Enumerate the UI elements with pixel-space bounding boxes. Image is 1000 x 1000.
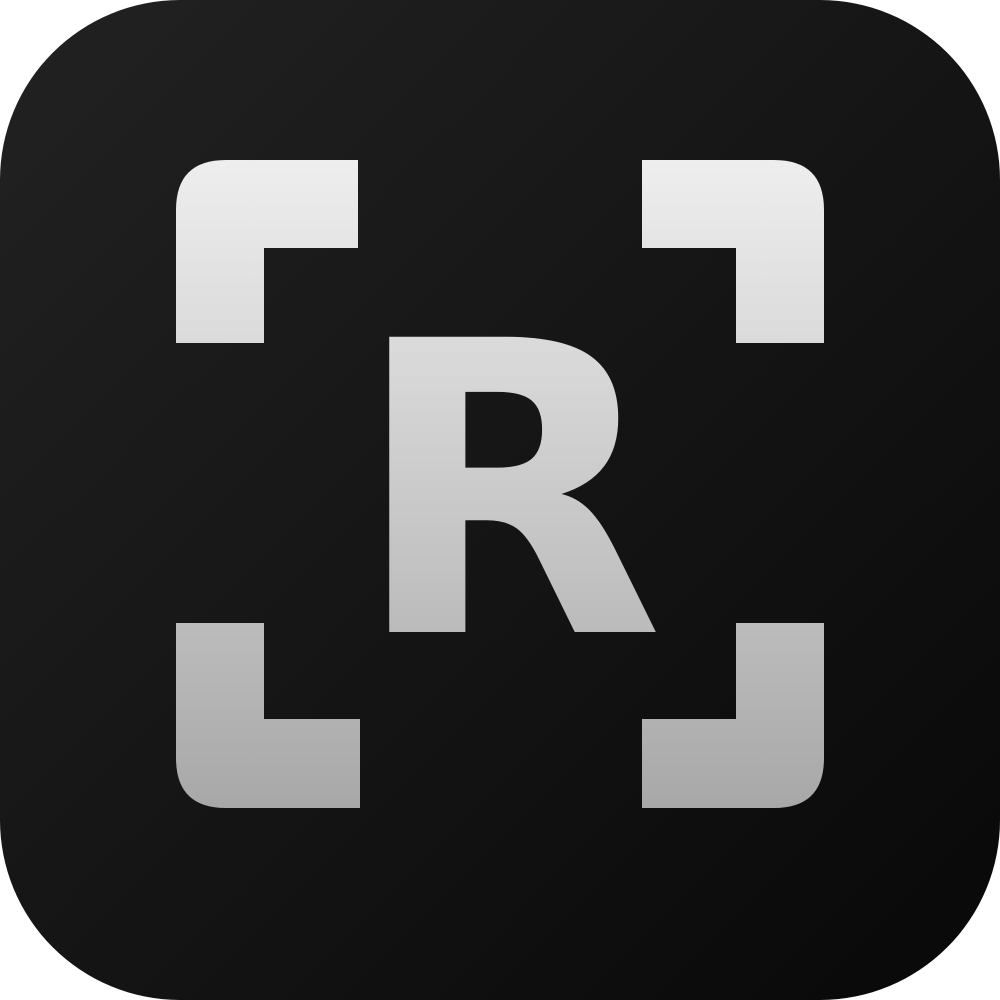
app-icon: R bbox=[0, 0, 1000, 1000]
icon-letter: R bbox=[352, 256, 664, 728]
app-icon-graphic: R bbox=[0, 0, 1000, 1000]
